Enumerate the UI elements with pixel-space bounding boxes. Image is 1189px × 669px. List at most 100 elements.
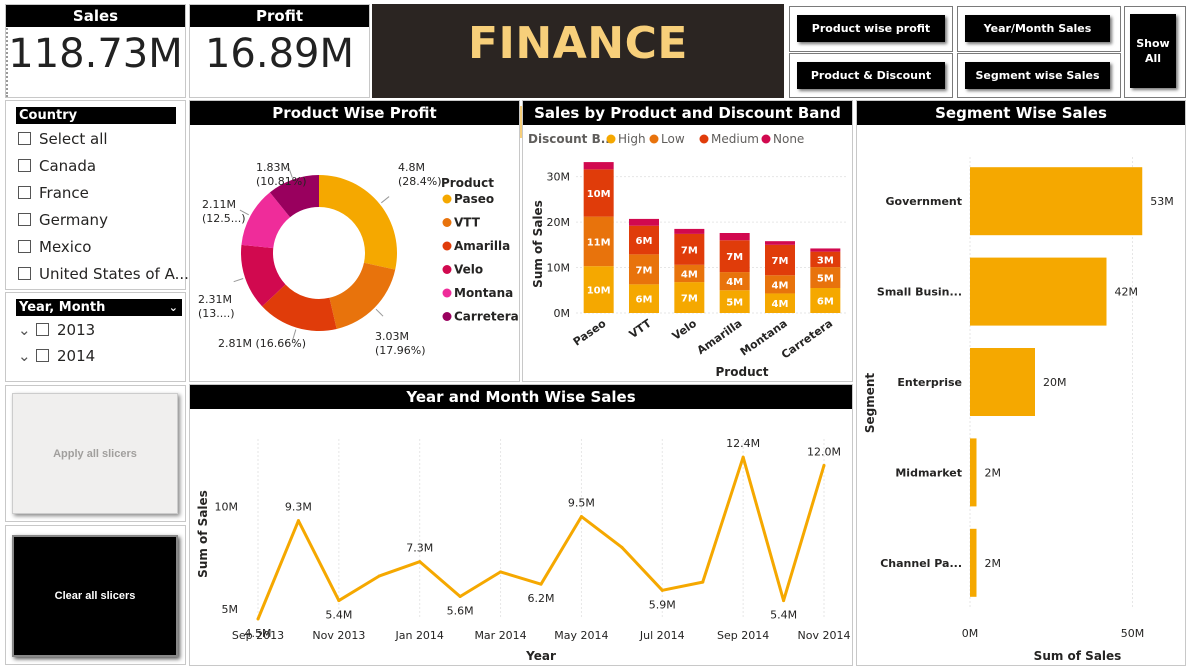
country-item[interactable]: France bbox=[18, 183, 89, 203]
checkbox[interactable] bbox=[18, 159, 31, 172]
y-tick-label: 10M bbox=[215, 500, 239, 513]
apply-slicers-card: Apply all slicers bbox=[5, 385, 186, 522]
stack-bar-amarilla-none bbox=[719, 233, 750, 241]
segment-bar-0 bbox=[970, 167, 1143, 236]
y-tick-label: 30M bbox=[547, 171, 571, 184]
stack-data-label: 7M bbox=[726, 252, 743, 263]
legend-label-none: None bbox=[773, 132, 804, 146]
country-label: United States of A... bbox=[39, 265, 189, 283]
checkbox[interactable] bbox=[18, 267, 31, 280]
chevron-down-icon[interactable]: ⌄ bbox=[169, 299, 178, 316]
x-tick-label: Sep 2014 bbox=[717, 629, 769, 642]
line-data-point bbox=[741, 455, 745, 459]
x-tick-label: Paseo bbox=[571, 317, 609, 349]
y-tick-label: Small Busin... bbox=[877, 286, 962, 299]
sales-by-product-discount-title: Sales by Product and Discount Band bbox=[523, 101, 852, 125]
year-item-2013[interactable]: ⌄ 2013 bbox=[18, 320, 95, 340]
checkbox[interactable] bbox=[36, 349, 49, 362]
clear-all-slicers-button[interactable]: Clear all slicers bbox=[12, 535, 178, 657]
line-data-label: 6.2M bbox=[528, 592, 555, 605]
line-data-point bbox=[256, 617, 260, 621]
sales-kpi-title: Sales bbox=[6, 5, 185, 27]
x-tick-label: Nov 2014 bbox=[798, 629, 851, 642]
checkbox[interactable] bbox=[18, 213, 31, 226]
line-data-point bbox=[579, 515, 583, 519]
legend-marker-amarilla bbox=[442, 241, 452, 251]
line-data-point bbox=[296, 519, 300, 523]
donut-slice-vtt bbox=[329, 262, 396, 329]
show-all-button[interactable]: Show All bbox=[1130, 14, 1176, 88]
country-label: Select all bbox=[39, 130, 108, 148]
stack-data-label: 7M bbox=[772, 256, 789, 267]
donut-data-label: 2.31M bbox=[198, 293, 232, 306]
line-data-label: 7.3M bbox=[406, 542, 433, 555]
year-item-2014[interactable]: ⌄ 2014 bbox=[18, 346, 95, 366]
checkbox[interactable] bbox=[18, 240, 31, 253]
x-tick-label: Jul 2014 bbox=[639, 629, 685, 642]
y-tick-label: Midmarket bbox=[895, 466, 962, 479]
expand-chevron-icon[interactable]: ⌄ bbox=[18, 346, 36, 366]
stack-legend-title: Discount B... bbox=[528, 132, 614, 146]
product-wise-profit-button[interactable]: Product wise profit bbox=[797, 15, 945, 42]
checkbox[interactable] bbox=[18, 132, 31, 145]
line-data-label: 12.0M bbox=[807, 445, 841, 458]
clear-all-slicers-label: Clear all slicers bbox=[54, 590, 136, 602]
segment-bar-3 bbox=[970, 438, 977, 507]
donut-data-label: 4.8M bbox=[398, 161, 425, 174]
stack-data-label: 5M bbox=[726, 298, 743, 309]
year-month-sales-chart: Sep 2013 Nov 2013 Jan 2014 Mar 2014 May 2014… bbox=[196, 437, 851, 663]
checkbox[interactable] bbox=[18, 186, 31, 199]
checkbox[interactable] bbox=[36, 323, 49, 336]
country-item[interactable]: Mexico bbox=[18, 237, 91, 257]
donut-data-label: (10.81%) bbox=[256, 175, 307, 188]
y-tick-label: 10M bbox=[547, 262, 571, 275]
country-item[interactable]: United States of A... bbox=[18, 264, 189, 284]
stack-data-label: 6M bbox=[636, 236, 653, 247]
country-label: Canada bbox=[39, 157, 97, 175]
y-axis-title: Segment bbox=[863, 373, 877, 434]
profit-kpi-value: 16.89M bbox=[204, 31, 355, 77]
donut-data-label: (12.5...) bbox=[202, 212, 246, 225]
sales-by-product-discount-chart: Discount B... High Low Medium None 0M 10M 20M 30… bbox=[528, 132, 848, 379]
donut-data-label: 1.83M bbox=[256, 161, 290, 174]
y-tick-label: Government bbox=[886, 195, 962, 208]
legend-label-amarilla: Amarilla bbox=[454, 239, 510, 253]
y-axis-title: Sum of Sales bbox=[531, 200, 545, 288]
year-month-slicer: Year, Month ⌄ ⌄ 2013 ⌄ 2014 bbox=[5, 292, 186, 382]
product-discount-button[interactable]: Product & Discount bbox=[797, 62, 945, 89]
stack-data-label: 4M bbox=[772, 280, 789, 291]
sales-kpi-value: 118.73M bbox=[8, 31, 183, 77]
stack-bar-paseo-none bbox=[583, 162, 614, 170]
line-data-label: 5.6M bbox=[447, 604, 474, 617]
profit-kpi-card: Profit 16.89M bbox=[189, 4, 370, 98]
donut-leader-line bbox=[380, 196, 390, 204]
line-data-label: 9.3M bbox=[285, 501, 312, 514]
x-tick-label: 50M bbox=[1121, 627, 1145, 640]
stack-data-label: 7M bbox=[681, 245, 698, 256]
country-item[interactable]: Canada bbox=[18, 156, 96, 176]
donut-leader-line bbox=[233, 278, 244, 283]
apply-all-slicers-button[interactable]: Apply all slicers bbox=[12, 393, 178, 514]
stack-bar-carretera-none bbox=[810, 248, 841, 252]
segment-wise-sales-chart: 0M 50M Government 53M Small Busin... 42M Enter… bbox=[863, 157, 1174, 663]
donut-slice-paseo bbox=[319, 175, 397, 270]
country-item[interactable]: Select all bbox=[18, 129, 108, 149]
expand-chevron-icon[interactable]: ⌄ bbox=[18, 320, 36, 340]
stack-data-label: 4M bbox=[772, 299, 789, 310]
country-label: Germany bbox=[39, 211, 108, 229]
segment-wise-sales-button[interactable]: Segment wise Sales bbox=[965, 62, 1110, 89]
profit-kpi-title: Profit bbox=[190, 5, 369, 27]
stack-data-label: 4M bbox=[681, 269, 698, 280]
donut-data-label: (13....) bbox=[198, 307, 235, 320]
line-data-point bbox=[782, 599, 786, 603]
legend-label-low: Low bbox=[661, 132, 685, 146]
country-item[interactable]: Germany bbox=[18, 210, 108, 230]
line-data-label: 5.4M bbox=[325, 609, 352, 622]
year-month-sales-button[interactable]: Year/Month Sales bbox=[965, 15, 1110, 42]
legend-label-velo: Velo bbox=[454, 263, 483, 277]
line-data-point bbox=[620, 545, 624, 549]
y-tick-label: 5M bbox=[222, 603, 239, 616]
stack-data-label: 3M bbox=[817, 255, 834, 266]
show-all-label-1: Show bbox=[1136, 37, 1170, 50]
x-tick-label: Amarilla bbox=[695, 317, 745, 357]
